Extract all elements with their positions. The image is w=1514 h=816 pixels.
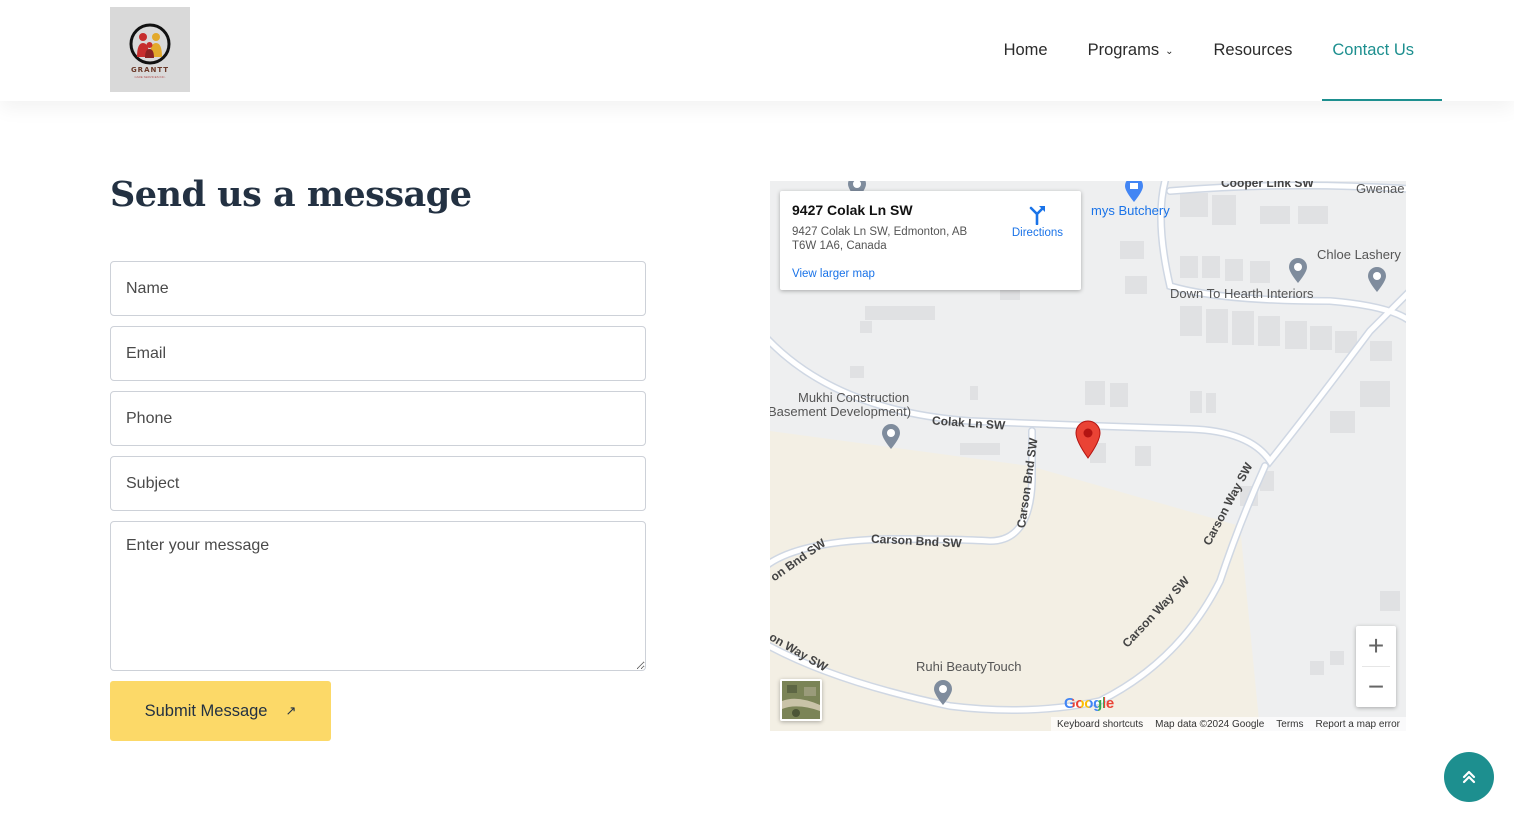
view-larger-map-link[interactable]: View larger map	[792, 268, 1069, 280]
nav-programs-label: Programs	[1087, 41, 1160, 59]
submit-message-button[interactable]: Submit Message ↗	[110, 681, 331, 741]
email-input[interactable]	[110, 326, 646, 381]
place-label[interactable]: mys Butchery	[1091, 203, 1170, 218]
keyboard-shortcuts-link[interactable]: Keyboard shortcuts	[1057, 719, 1143, 730]
info-address: 9427 Colak Ln SW, Edmonton, AB T6W 1A6, …	[792, 225, 982, 253]
poi-pin-icon[interactable]	[932, 678, 954, 706]
logo-tagline: CARE SERVICES INC.	[134, 75, 166, 79]
google-logo: Google	[1064, 695, 1114, 712]
shopping-pin-icon[interactable]	[1123, 181, 1145, 203]
logo-emblem-icon	[129, 23, 171, 65]
directions-label: Directions	[1011, 227, 1063, 239]
nav-home[interactable]: Home	[984, 0, 1068, 101]
logo-brand: GRANTT	[130, 66, 170, 74]
submit-label: Submit Message	[144, 701, 268, 720]
place-label[interactable]: Ruhi BeautyTouch	[916, 659, 1022, 674]
google-map[interactable]: mys Butchery Chloe Lashery Down To Heart…	[770, 181, 1406, 731]
info-address-line2: T6W 1A6, Canada	[792, 240, 887, 252]
poi-pin-icon[interactable]	[1287, 256, 1309, 284]
nav-home-label: Home	[1003, 41, 1048, 59]
chevron-down-icon: ⌄	[1165, 46, 1174, 57]
arrow-up-right-icon: ↗	[285, 703, 297, 718]
zoom-in-button[interactable]: +	[1356, 626, 1396, 666]
place-label[interactable]: Basement Development)	[770, 404, 911, 419]
place-label[interactable]: Mukhi Construction	[798, 390, 909, 405]
directions-icon	[1030, 206, 1046, 225]
street-label: Cooper Link SW	[1221, 181, 1314, 190]
site-logo[interactable]: GRANTT CARE SERVICES INC.	[110, 7, 190, 92]
nav-resources[interactable]: Resources	[1194, 0, 1313, 101]
poi-pin-icon[interactable]	[880, 422, 902, 450]
poi-pin-icon[interactable]	[1366, 265, 1388, 293]
map-info-card: 9427 Colak Ln SW 9427 Colak Ln SW, Edmon…	[780, 191, 1081, 290]
map-data-attribution: Map data ©2024 Google	[1155, 718, 1265, 730]
info-address-line1: 9427 Colak Ln SW, Edmonton, AB	[792, 226, 968, 238]
satellite-toggle-button[interactable]	[780, 679, 822, 721]
phone-input[interactable]	[110, 391, 646, 446]
place-label: Gwenae	[1356, 181, 1405, 196]
satellite-thumbnail-icon	[782, 681, 820, 719]
nav-contact-label: Contact Us	[1332, 41, 1414, 59]
back-to-top-button[interactable]	[1444, 752, 1494, 802]
page-title: Send us a message	[110, 174, 472, 215]
subject-input[interactable]	[110, 456, 646, 511]
zoom-control: + −	[1356, 626, 1396, 707]
map-footer: Keyboard shortcuts Map data ©2024 Google…	[1050, 717, 1406, 731]
terms-link[interactable]: Terms	[1276, 719, 1303, 730]
nav-resources-label: Resources	[1213, 41, 1293, 59]
google-wordmark: Google	[1064, 695, 1114, 712]
zoom-out-button[interactable]: −	[1356, 667, 1396, 707]
directions-button[interactable]: Directions	[1012, 203, 1063, 239]
name-input[interactable]	[110, 261, 646, 316]
site-header: GRANTT CARE SERVICES INC. Home Programs ⌄…	[0, 0, 1514, 101]
double-chevron-up-icon	[1462, 770, 1476, 784]
message-textarea[interactable]	[110, 521, 646, 671]
report-map-error-link[interactable]: Report a map error	[1316, 719, 1400, 730]
main-nav: Home Programs ⌄ Resources Contact Us	[984, 0, 1442, 101]
nav-programs[interactable]: Programs ⌄	[1068, 0, 1194, 101]
location-marker-icon[interactable]	[1073, 419, 1103, 459]
nav-contact-us[interactable]: Contact Us	[1312, 0, 1442, 101]
place-label[interactable]: Chloe Lashery	[1317, 247, 1401, 262]
place-label[interactable]: Down To Hearth Interiors	[1170, 286, 1314, 301]
